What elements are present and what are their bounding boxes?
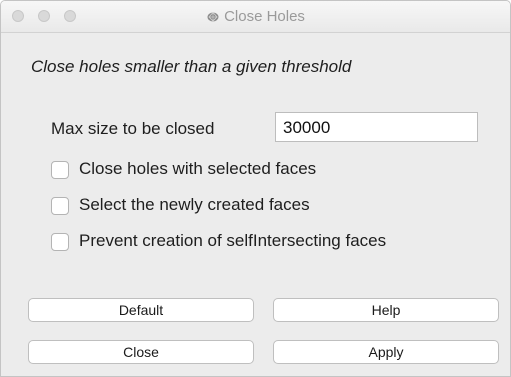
option-label: Select the newly created faces (79, 195, 310, 214)
option-label: Close holes with selected faces (79, 159, 317, 178)
max-size-input[interactable] (275, 112, 478, 142)
checkbox[interactable] (51, 161, 69, 179)
checkbox[interactable] (51, 197, 69, 215)
apply-button[interactable]: Apply (273, 340, 499, 364)
max-size-label: Max size to be closed (51, 119, 215, 138)
window-title-group: Close Holes (1, 8, 510, 25)
help-button[interactable]: Help (273, 298, 499, 322)
close-holes-window: Close Holes Close holes smaller than a g… (0, 0, 511, 377)
default-button[interactable]: Default (28, 298, 254, 322)
window-title: Close Holes (224, 8, 305, 25)
title-bar[interactable]: Close Holes (1, 1, 510, 33)
checkbox[interactable] (51, 233, 69, 251)
mesh-icon (206, 9, 220, 23)
dialog-description: Close holes smaller than a given thresho… (31, 57, 352, 76)
close-button[interactable]: Close (28, 340, 254, 364)
option-label: Prevent creation of selfIntersecting fac… (79, 231, 387, 250)
